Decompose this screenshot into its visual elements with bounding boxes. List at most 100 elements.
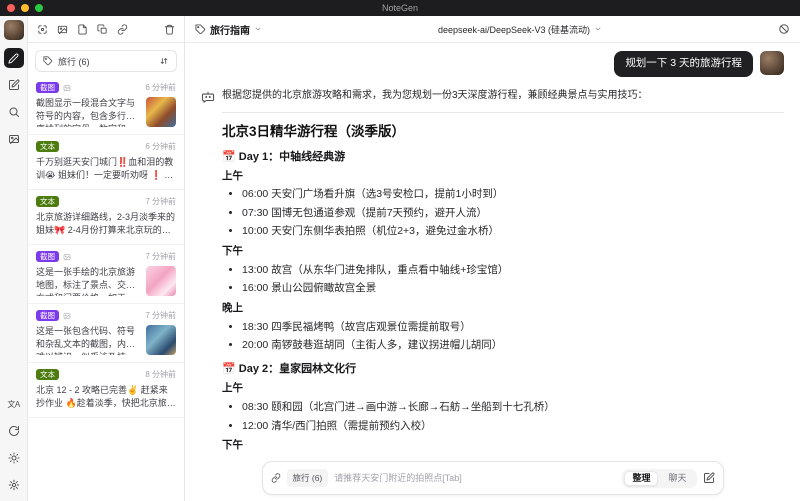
section-item-list: 06:00 天安门广场看升旗（选3号安检口，提前1小时到） 07:30 国博无包通… xyxy=(222,187,784,239)
translate-icon: 文A xyxy=(7,399,20,409)
pen-icon xyxy=(8,53,19,64)
section-label: 上午 xyxy=(222,382,243,395)
note-card[interactable]: 文本 8 分钟前 北京 12 - 2 攻略已完善✌️ 赶紧来抄作业 🔥趁着淡季，… xyxy=(28,363,184,419)
itinerary-item: 06:00 天安门广场看升旗（选3号安检口，提前1小时到） xyxy=(242,187,784,201)
sync-button[interactable] xyxy=(4,421,24,441)
note-title: 旅行指南 xyxy=(210,25,250,37)
tag-icon xyxy=(43,56,53,66)
section-label: 下午 xyxy=(222,245,243,258)
note-type-badge: 文本 xyxy=(36,141,59,152)
chat-scroll-area[interactable]: 规划一下 3 天的旅游行程 根据您提供的北京旅游攻略和需求，我为您规划一份3天深… xyxy=(185,43,800,455)
note-type-badge: 截图 xyxy=(36,82,59,93)
model-select[interactable]: deepseek-ai/DeepSeek-V3 (硅基流动) xyxy=(262,23,778,36)
note-card[interactable]: 截图 7 分钟前 这是一张手绘的北京旅游地图，标注了景点、交通方式和门票价格，如… xyxy=(28,245,184,305)
note-type-badge: 文本 xyxy=(36,196,59,207)
note-excerpt: 北京旅游详细路线，2-3月淡季来的姐妹🎀 2-4月份打算来北京玩的宝子 不用再翻… xyxy=(36,212,176,236)
sidebar-rail: 文A xyxy=(0,16,28,501)
note-timestamp: 8 分钟前 xyxy=(145,370,176,380)
attachment-image-icon xyxy=(63,312,71,320)
bot-icon xyxy=(201,90,215,104)
note-card[interactable]: 文本 7 分钟前 北京旅游详细路线，2-3月淡季来的姐妹🎀 2-4月份打算来北京… xyxy=(28,190,184,246)
note-type-badge: 文本 xyxy=(36,369,59,380)
note-thumbnail xyxy=(146,325,176,356)
mode-chat-button[interactable]: 聊天 xyxy=(660,471,694,486)
input-area: 旅行 (6) 整理 聊天 xyxy=(185,455,800,501)
notes-list-panel: 旅行 (6) 截图 6 分钟前 截图显示一段混合文字与符号的内容，包含多行无序排… xyxy=(28,16,185,501)
nav-search[interactable] xyxy=(4,102,24,122)
model-label: deepseek-ai/DeepSeek-V3 (硅基流动) xyxy=(437,24,591,35)
record-toolbar xyxy=(28,16,184,43)
insert-file-icon[interactable] xyxy=(77,23,88,35)
note-card-list: 截图 6 分钟前 截图显示一段混合文字与符号的内容，包含多行无序排列的字母、数字… xyxy=(28,76,184,501)
section-item-list: 13:00 故宫（从东华门进免排队，重点看中轴线+珍宝馆） 16:00 景山公园俯… xyxy=(222,263,784,296)
section-label: 上午 xyxy=(222,169,243,182)
trash-icon[interactable] xyxy=(164,24,175,35)
settings-button[interactable] xyxy=(4,475,24,495)
day-heading: 📅 Day 2：皇家园林文化行 xyxy=(222,363,357,376)
attachment-image-icon xyxy=(63,84,71,92)
assistant-message-content: 根据您提供的北京旅游攻略和需求，我为您规划一份3天深度游行程，兼顾经典景点与实用… xyxy=(222,89,784,455)
note-excerpt: 这是一张包含代码、符号和杂乱文本的截图，内容难以辨识，似乎涉及技术... xyxy=(36,326,136,355)
send-compose-icon[interactable] xyxy=(703,472,715,484)
note-timestamp: 6 分钟前 xyxy=(145,83,176,92)
sort-icon[interactable] xyxy=(159,56,169,66)
search-icon xyxy=(8,106,20,118)
nav-write-view[interactable] xyxy=(4,75,24,95)
note-title-select[interactable]: 旅行指南 xyxy=(195,22,262,37)
note-card[interactable]: 截图 6 分钟前 截图显示一段混合文字与符号的内容，包含多行无序排列的字母、数字… xyxy=(28,76,184,135)
note-excerpt: 千万别逛天安门城门‼️血和泪的教训😭 姐妹们！一定要听劝呀 ❗ 除非是预约了参观… xyxy=(36,157,174,181)
mode-organize-button[interactable]: 整理 xyxy=(624,470,659,486)
copy-icon[interactable] xyxy=(97,23,108,35)
screenshot-capture-icon[interactable] xyxy=(37,24,48,35)
note-card[interactable]: 截图 7 分钟前 这是一张包含代码、符号和杂乱文本的截图，内容难以辨识，似乎涉及… xyxy=(28,304,184,364)
chat-input[interactable] xyxy=(334,473,617,483)
section-label: 晚上 xyxy=(222,302,243,314)
note-timestamp: 7 分钟前 xyxy=(145,311,176,321)
itinerary-body: 📅 Day 1：中轴线经典游上午 06:00 天安门广场看升旗（选3号安检口，提前… xyxy=(222,148,784,455)
translate-button[interactable]: 文A xyxy=(4,394,24,414)
nav-record-view[interactable] xyxy=(3,48,24,68)
note-tag-icon xyxy=(195,23,206,35)
sync-icon xyxy=(8,425,20,437)
titlebar: NoteGen xyxy=(0,0,800,16)
user-message-bubble: 规划一下 3 天的旅游行程 xyxy=(614,51,753,77)
itinerary-item: 08:30 颐和园（北宫门进→画中游→长廊→石舫→坐船到十七孔桥） xyxy=(242,400,784,414)
note-excerpt: 北京 12 - 2 攻略已完善✌️ 赶紧来抄作业 🔥趁着淡季，快把北京旅游攻略重… xyxy=(36,385,176,409)
theme-toggle-button[interactable] xyxy=(4,448,24,468)
note-excerpt: 截图显示一段混合文字与符号的内容，包含多行无序排列的字母、数字和符... xyxy=(36,98,136,127)
note-thumbnail xyxy=(146,97,176,127)
link-icon xyxy=(271,473,281,483)
app-title: NoteGen xyxy=(381,3,419,13)
itinerary-item: 10:00 天安门东侧华表拍照（机位2+3，避免过金水桥） xyxy=(242,224,784,238)
chat-input-box[interactable]: 旅行 (6) 整理 聊天 xyxy=(261,461,724,495)
nav-gallery[interactable] xyxy=(4,129,24,149)
tag-filter-label: 旅行 (6) xyxy=(58,56,90,67)
note-timestamp: 7 分钟前 xyxy=(145,197,176,207)
itinerary-item: 20:00 南锣鼓巷逛胡同（主街人多，建议拐进帽儿胡同） xyxy=(242,338,784,352)
note-type-badge: 截图 xyxy=(36,251,59,262)
assistant-message-row: 根据您提供的北京旅游攻略和需求，我为您规划一份3天深度游行程，兼顾经典景点与实用… xyxy=(201,89,784,455)
itinerary-item: 07:30 国博无包通道参观（提前7天预约，避开人流） xyxy=(242,206,784,220)
attachment-image-icon xyxy=(63,253,71,261)
user-message-row: 规划一下 3 天的旅游行程 xyxy=(201,51,784,77)
itinerary-item: 13:00 故宫（从东华门进免排队，重点看中轴线+珍宝馆） xyxy=(242,263,784,277)
context-tag-chip[interactable]: 旅行 (6) xyxy=(286,469,329,487)
user-avatar[interactable] xyxy=(3,20,24,40)
section-item-list: 18:30 四季民福烤鸭（故宫店观景位需提前取号） 20:00 南锣鼓巷逛胡同（主… xyxy=(222,320,784,353)
main-area: 旅行指南 deepseek-ai/DeepSeek-V3 (硅基流动) 规划一下… xyxy=(185,16,800,501)
gallery-icon xyxy=(8,133,20,145)
tag-filter-select[interactable]: 旅行 (6) xyxy=(35,50,177,72)
sun-icon xyxy=(8,452,20,464)
insert-image-icon[interactable] xyxy=(57,24,68,35)
itinerary-item: 18:30 四季民福烤鸭（故宫店观景位需提前取号） xyxy=(242,320,784,334)
compose-icon xyxy=(8,79,20,91)
note-timestamp: 6 分钟前 xyxy=(145,142,176,151)
itinerary-item: 16:00 景山公园俯瞰故宫全景 xyxy=(242,281,784,295)
link-icon[interactable] xyxy=(117,23,128,35)
divider xyxy=(222,111,784,113)
clear-history-icon[interactable] xyxy=(778,23,790,35)
note-card[interactable]: 文本 6 分钟前 千万别逛天安门城门‼️血和泪的教训😭 姐妹们！一定要听劝呀 ❗… xyxy=(28,135,184,191)
mode-segmented-control: 整理 聊天 xyxy=(622,468,697,488)
section-item-list: 08:30 颐和园（北宫门进→画中游→长廊→石舫→坐船到十七孔桥） 12:00 清… xyxy=(222,400,784,433)
section-label: 下午 xyxy=(222,439,243,452)
